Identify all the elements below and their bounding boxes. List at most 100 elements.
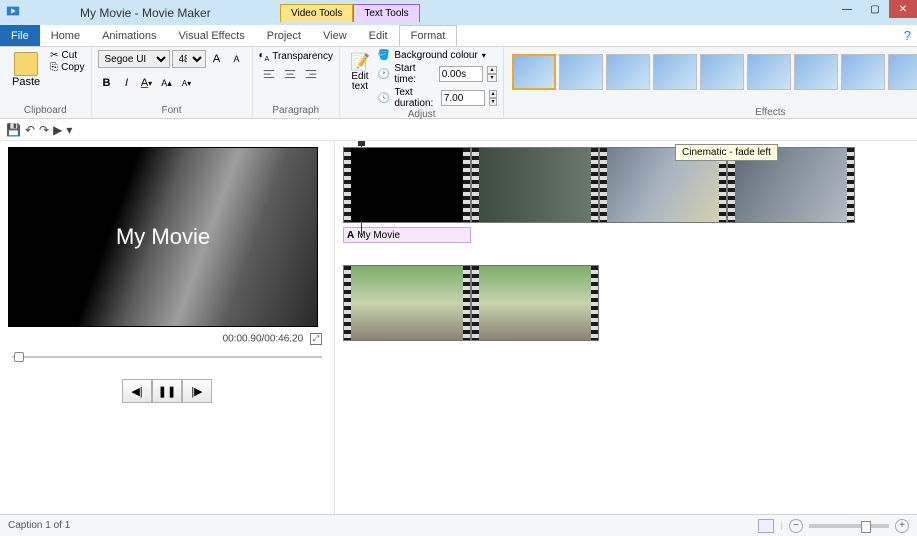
timeline-clip[interactable] — [343, 265, 471, 341]
start-time-spinner[interactable]: ▴▾ — [487, 66, 498, 82]
start-time-label: Start time: — [394, 63, 434, 85]
paragraph-group: ◐A Transparency Paragraph — [253, 47, 341, 118]
minimize-button[interactable]: — — [833, 0, 861, 18]
effect-item-1[interactable] — [512, 54, 556, 90]
increase-font-button[interactable]: A▴ — [158, 74, 176, 92]
edit-tab[interactable]: Edit — [358, 25, 399, 46]
animations-tab[interactable]: Animations — [91, 25, 167, 46]
help-icon[interactable]: ? — [904, 28, 911, 43]
cut-label: Cut — [62, 50, 78, 61]
app-icon — [6, 4, 20, 21]
timecode-value: 00:00.90/00:46.20 — [223, 334, 304, 345]
effect-item-2[interactable] — [559, 54, 603, 90]
caption-track-item[interactable]: A My Movie — [343, 227, 471, 243]
align-right-button[interactable] — [301, 65, 321, 85]
previous-frame-button[interactable]: ◀| — [122, 379, 152, 403]
format-tab[interactable]: Format — [399, 25, 458, 46]
font-group-label: Font — [98, 105, 246, 116]
effect-item-3[interactable] — [606, 54, 650, 90]
bg-colour-label: Background colour — [394, 50, 477, 61]
effect-item-5[interactable] — [700, 54, 744, 90]
qat-customize-icon[interactable]: ▾ — [66, 123, 72, 137]
effects-group-label: Effects — [510, 107, 917, 118]
project-tab[interactable]: Project — [256, 25, 312, 46]
redo-icon[interactable]: ↷ — [39, 123, 49, 137]
timeline-clip[interactable] — [471, 265, 599, 341]
close-button[interactable]: ✕ — [889, 0, 917, 18]
copy-label: Copy — [61, 62, 84, 73]
background-colour-button[interactable]: 🪣 Background colour ▾ — [378, 50, 497, 61]
paint-bucket-icon: 🪣 — [378, 50, 390, 61]
grow-font-button[interactable]: A — [208, 50, 226, 68]
preview-scrubber[interactable] — [12, 349, 322, 365]
text-duration-spinner[interactable]: ▴▾ — [489, 90, 497, 106]
duration-icon: 🕓 — [378, 93, 390, 104]
font-group: Segoe UI 48 A A B I A▾ A▴ A▾ Font — [92, 47, 253, 118]
preview-title-text: My Movie — [116, 224, 210, 250]
save-icon[interactable]: 💾 — [6, 123, 21, 137]
adjust-group-label: Adjust — [346, 109, 497, 120]
transparency-button[interactable]: ◐A Transparency — [259, 50, 334, 63]
font-size-select[interactable]: 48 — [172, 50, 206, 68]
font-family-select[interactable]: Segoe UI — [98, 50, 170, 68]
contextual-tabs: Video Tools Text Tools — [280, 4, 420, 22]
timecode-display: 00:00.90/00:46.20 ⤢ — [12, 333, 322, 345]
title-bar: My Movie - Movie Maker Video Tools Text … — [0, 0, 917, 25]
workspace: My Movie 00:00.90/00:46.20 ⤢ ◀| ❚❚ |▶ Ci… — [0, 141, 917, 515]
start-time-input[interactable] — [439, 66, 483, 82]
window-controls: — ▢ ✕ — [833, 0, 917, 18]
timeline-pane: Cinematic - fade left A My Movie — [335, 141, 917, 515]
view-tab[interactable]: View — [312, 25, 358, 46]
cut-button[interactable]: ✂ Cut — [50, 50, 84, 61]
timeline-clip[interactable] — [343, 147, 471, 223]
home-tab[interactable]: Home — [40, 25, 91, 46]
zoom-in-button[interactable]: + — [895, 519, 909, 533]
preview-monitor: My Movie — [8, 147, 318, 327]
transparency-icon: ◐A — [259, 50, 270, 63]
thumbnail-view-icon[interactable] — [758, 519, 774, 533]
visual-effects-tab[interactable]: Visual Effects — [168, 25, 256, 46]
effect-item-4[interactable] — [653, 54, 697, 90]
font-color-button[interactable]: A▾ — [138, 74, 156, 92]
undo-icon[interactable]: ↶ — [25, 123, 35, 137]
effect-item-8[interactable] — [841, 54, 885, 90]
next-frame-button[interactable]: |▶ — [182, 379, 212, 403]
preview-pane: My Movie 00:00.90/00:46.20 ⤢ ◀| ❚❚ |▶ — [0, 141, 335, 515]
effects-gallery: ▴▾▿ — [510, 50, 917, 94]
video-tools-tab-header: Video Tools — [280, 4, 353, 22]
edit-text-button[interactable]: 📝 Edit text — [346, 50, 374, 94]
quick-access-bar: 💾 ↶ ↷ ▶ ▾ — [0, 119, 917, 141]
align-center-button[interactable] — [280, 65, 300, 85]
zoom-slider[interactable] — [809, 524, 889, 528]
caption-track-label: My Movie — [357, 230, 400, 241]
text-duration-input[interactable] — [441, 90, 485, 106]
italic-button[interactable]: I — [118, 74, 136, 92]
timeline-row-2 — [343, 265, 909, 341]
copy-button[interactable]: ⎘ Copy — [50, 62, 84, 73]
file-tab[interactable]: File — [0, 25, 40, 46]
zoom-controls: | − + — [758, 519, 909, 533]
preview-icon[interactable]: ▶ — [53, 123, 62, 137]
scrubber-thumb[interactable] — [14, 352, 24, 362]
quick-access-toolbar — [6, 4, 20, 21]
fullscreen-icon[interactable]: ⤢ — [310, 333, 322, 345]
timeline-row-1: Cinematic - fade left — [343, 147, 909, 223]
paste-button[interactable]: Paste — [6, 50, 46, 90]
effect-item-7[interactable] — [794, 54, 838, 90]
paragraph-group-label: Paragraph — [259, 105, 334, 116]
status-caption: Caption 1 of 1 — [8, 520, 70, 531]
effect-item-6[interactable] — [747, 54, 791, 90]
shrink-font-button[interactable]: A — [228, 50, 246, 68]
bold-button[interactable]: B — [98, 74, 116, 92]
effect-tooltip: Cinematic - fade left — [675, 144, 778, 161]
decrease-font-button[interactable]: A▾ — [178, 74, 196, 92]
play-pause-button[interactable]: ❚❚ — [152, 379, 182, 403]
maximize-button[interactable]: ▢ — [861, 0, 889, 18]
timeline-clip[interactable] — [471, 147, 599, 223]
text-tools-tab-header: Text Tools — [353, 4, 419, 22]
text-duration-label: Text duration: — [394, 87, 436, 109]
zoom-out-button[interactable]: − — [789, 519, 803, 533]
window-title: My Movie - Movie Maker — [80, 6, 211, 20]
effect-item-9[interactable] — [888, 54, 917, 90]
align-left-button[interactable] — [259, 65, 279, 85]
